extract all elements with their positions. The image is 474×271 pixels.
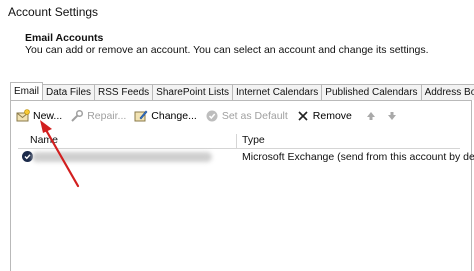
new-mail-icon (16, 109, 30, 123)
column-header-type[interactable]: Type (242, 134, 265, 146)
tab-data-files[interactable]: Data Files (42, 84, 96, 100)
account-type-cell: Microsoft Exchange (send from this accou… (242, 151, 474, 163)
set-as-default-label: Set as Default (221, 110, 288, 122)
email-tab-panel (10, 100, 472, 271)
window-title: Account Settings (8, 5, 99, 19)
account-list-header: Name Type (18, 134, 460, 149)
remove-label: Remove (312, 110, 352, 122)
tab-rss-feeds[interactable]: RSS Feeds (94, 84, 154, 100)
set-as-default-button[interactable]: Set as Default (205, 109, 288, 123)
redacted-account-name (32, 152, 212, 162)
default-check-icon (205, 109, 219, 123)
tab-internet-calendars[interactable]: Internet Calendars (232, 84, 323, 100)
section-title: Email Accounts (25, 32, 104, 44)
repair-button[interactable]: Repair... (70, 109, 126, 123)
wrench-icon (70, 109, 84, 123)
tab-published-calendars[interactable]: Published Calendars (321, 84, 422, 100)
move-down-arrow-icon[interactable] (385, 109, 399, 123)
account-toolbar: New... Repair... Change... Set as Defaul… (16, 108, 402, 124)
repair-label: Repair... (87, 110, 127, 122)
new-account-label: New... (33, 110, 63, 122)
change-button[interactable]: Change... (134, 109, 197, 123)
remove-button[interactable]: Remove (296, 109, 352, 123)
account-row[interactable]: Microsoft Exchange (send from this accou… (18, 149, 474, 165)
new-account-button[interactable]: New... (16, 109, 62, 123)
remove-x-icon (296, 109, 310, 123)
tab-strip: Email Data Files RSS Feeds SharePoint Li… (10, 82, 474, 100)
section-description: You can add or remove an account. You ca… (25, 44, 429, 56)
column-header-name[interactable]: Name (30, 134, 58, 146)
tab-sharepoint-lists[interactable]: SharePoint Lists (152, 84, 233, 100)
change-icon (134, 109, 148, 123)
tab-email[interactable]: Email (10, 82, 44, 100)
column-divider[interactable] (236, 134, 237, 148)
tab-address-books[interactable]: Address Books (420, 84, 474, 100)
move-up-arrow-icon[interactable] (364, 109, 378, 123)
change-label: Change... (151, 110, 197, 122)
